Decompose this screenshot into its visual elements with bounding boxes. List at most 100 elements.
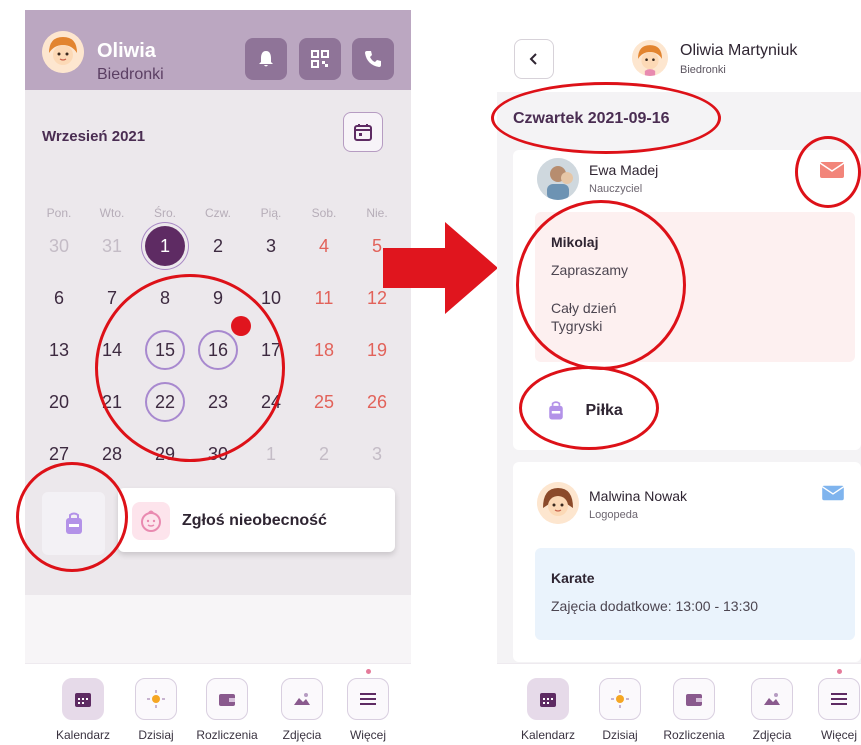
annotation-ellipse [491, 82, 721, 154]
month-title: Wrzesień 2021 [42, 128, 146, 145]
notifications-button[interactable] [245, 38, 287, 80]
nav-more[interactable]: Więcej [804, 678, 861, 742]
calendar-day[interactable]: 11 [304, 278, 344, 318]
calendar-day[interactable]: 31 [92, 226, 132, 266]
calendar-day[interactable]: 1 [251, 434, 291, 474]
calendar-day[interactable]: 30 [39, 226, 79, 266]
weekday-label: Wto. [99, 206, 125, 220]
activity-card: Malwina Nowak Logopeda Karate Zajęcia do… [513, 462, 861, 662]
weekday-label: Nie. [366, 206, 388, 220]
wallet-icon [673, 678, 715, 720]
calendar-day[interactable]: 26 [357, 382, 397, 422]
therapist-role: Logopeda [589, 509, 638, 521]
teacher-role: Nauczyciel [589, 183, 643, 195]
nav-label: Rozliczenia [196, 728, 258, 742]
app-header: Oliwia Biedronki [25, 10, 411, 90]
calendar-day[interactable]: 2 [198, 226, 238, 266]
annotation-ellipse [795, 136, 861, 208]
therapist-avatar [537, 482, 579, 524]
phone-icon [365, 51, 381, 67]
teacher-avatar [537, 158, 579, 200]
calendar-day[interactable]: 6 [39, 278, 79, 318]
app-header: Oliwia Martyniuk Biedronki [497, 20, 861, 92]
sun-icon [135, 678, 177, 720]
baby-icon [132, 502, 170, 540]
teacher-name: Ewa Madej [589, 162, 659, 178]
calendar-day[interactable]: 2 [304, 434, 344, 474]
nav-more[interactable]: Więcej [333, 678, 403, 742]
nav-label: Więcej [349, 728, 386, 742]
nav-label: Więcej [820, 728, 857, 742]
nav-label: Dzisiaj [138, 728, 174, 742]
weekday-label: Czw. [204, 206, 231, 220]
child-name: Oliwia [97, 40, 156, 62]
nav-today[interactable]: Dzisiaj [585, 678, 655, 742]
report-absence-button[interactable]: Zgłoś nieobecność [118, 488, 395, 552]
arrow-right-icon [383, 222, 498, 314]
phone-button[interactable] [352, 38, 394, 80]
envelope-icon [821, 485, 845, 501]
bottom-nav: Kalendarz Dzisiaj Rozliczenia Zdjęcia Wi… [25, 663, 411, 745]
calendar-icon [62, 678, 104, 720]
annotation-ellipse [95, 274, 285, 462]
nav-label: Zdjęcia [752, 728, 792, 742]
therapist-name: Malwina Nowak [589, 488, 688, 504]
nav-calendar[interactable]: Kalendarz [513, 678, 583, 742]
weekday-label: Pią. [260, 206, 282, 220]
nav-label: Rozliczenia [663, 728, 725, 742]
calendar-day[interactable]: 25 [304, 382, 344, 422]
child-avatar[interactable] [42, 31, 84, 73]
calendar-day-today[interactable]: 1 [145, 226, 185, 266]
weekday-label: Śro. [153, 206, 176, 220]
wallet-icon [206, 678, 248, 720]
activity-note: Karate Zajęcia dodatkowe: 13:00 - 13:30 [535, 548, 855, 640]
report-absence-label: Zgłoś nieobecność [182, 512, 327, 529]
calendar-day[interactable]: 3 [251, 226, 291, 266]
calendar-day[interactable]: 4 [304, 226, 344, 266]
calendar-day[interactable]: 13 [39, 330, 79, 370]
nav-label: Kalendarz [55, 728, 111, 742]
nav-billing[interactable]: Rozliczenia [192, 678, 262, 742]
nav-photos[interactable]: Zdjęcia [737, 678, 807, 742]
weekday-label: Sob. [311, 206, 337, 220]
activity-detail: Zajęcia dodatkowe: 13:00 - 13:30 [551, 598, 759, 614]
child-avatar[interactable] [632, 40, 668, 76]
calendar-day[interactable]: 3 [357, 434, 397, 474]
calendar-icon [527, 678, 569, 720]
calendar-day[interactable]: 20 [39, 382, 79, 422]
annotation-ellipse [519, 366, 659, 450]
back-button[interactable] [514, 39, 554, 79]
calendar-day[interactable]: 18 [304, 330, 344, 370]
annotation-ellipse [16, 462, 128, 572]
screenshot-composite: Oliwia Biedronki Wrzesień 2021 Pon. Wto.… [0, 0, 861, 745]
chevron-left-icon [529, 53, 537, 65]
notification-dot [366, 669, 371, 674]
group-name: Biedronki [97, 66, 164, 83]
activity-title: Karate [551, 570, 595, 586]
child-full-name: Oliwia Martyniuk [680, 42, 798, 59]
message-therapist-button[interactable] [821, 484, 845, 507]
nav-photos[interactable]: Zdjęcia [267, 678, 337, 742]
qr-code-icon [311, 50, 329, 68]
annotation-ellipse [516, 200, 686, 370]
menu-icon [818, 678, 860, 720]
date-picker-button[interactable] [343, 112, 383, 152]
calendar-icon [354, 124, 372, 141]
bell-icon [259, 51, 273, 67]
menu-icon [347, 678, 389, 720]
notification-dot [837, 669, 842, 674]
nav-label: Dzisiaj [602, 728, 638, 742]
qr-code-button[interactable] [299, 38, 341, 80]
image-icon [751, 678, 793, 720]
sun-icon [599, 678, 641, 720]
weekday-label: Pon. [46, 206, 72, 220]
calendar-day[interactable]: 19 [357, 330, 397, 370]
nav-label: Kalendarz [520, 728, 576, 742]
image-icon [281, 678, 323, 720]
bottom-nav: Kalendarz Dzisiaj Rozliczenia Zdjęcia Wi… [497, 663, 861, 745]
group-name: Biedronki [680, 64, 726, 76]
nav-calendar[interactable]: Kalendarz [48, 678, 118, 742]
nav-billing[interactable]: Rozliczenia [659, 678, 729, 742]
nav-today[interactable]: Dzisiaj [121, 678, 191, 742]
nav-label: Zdjęcia [282, 728, 322, 742]
